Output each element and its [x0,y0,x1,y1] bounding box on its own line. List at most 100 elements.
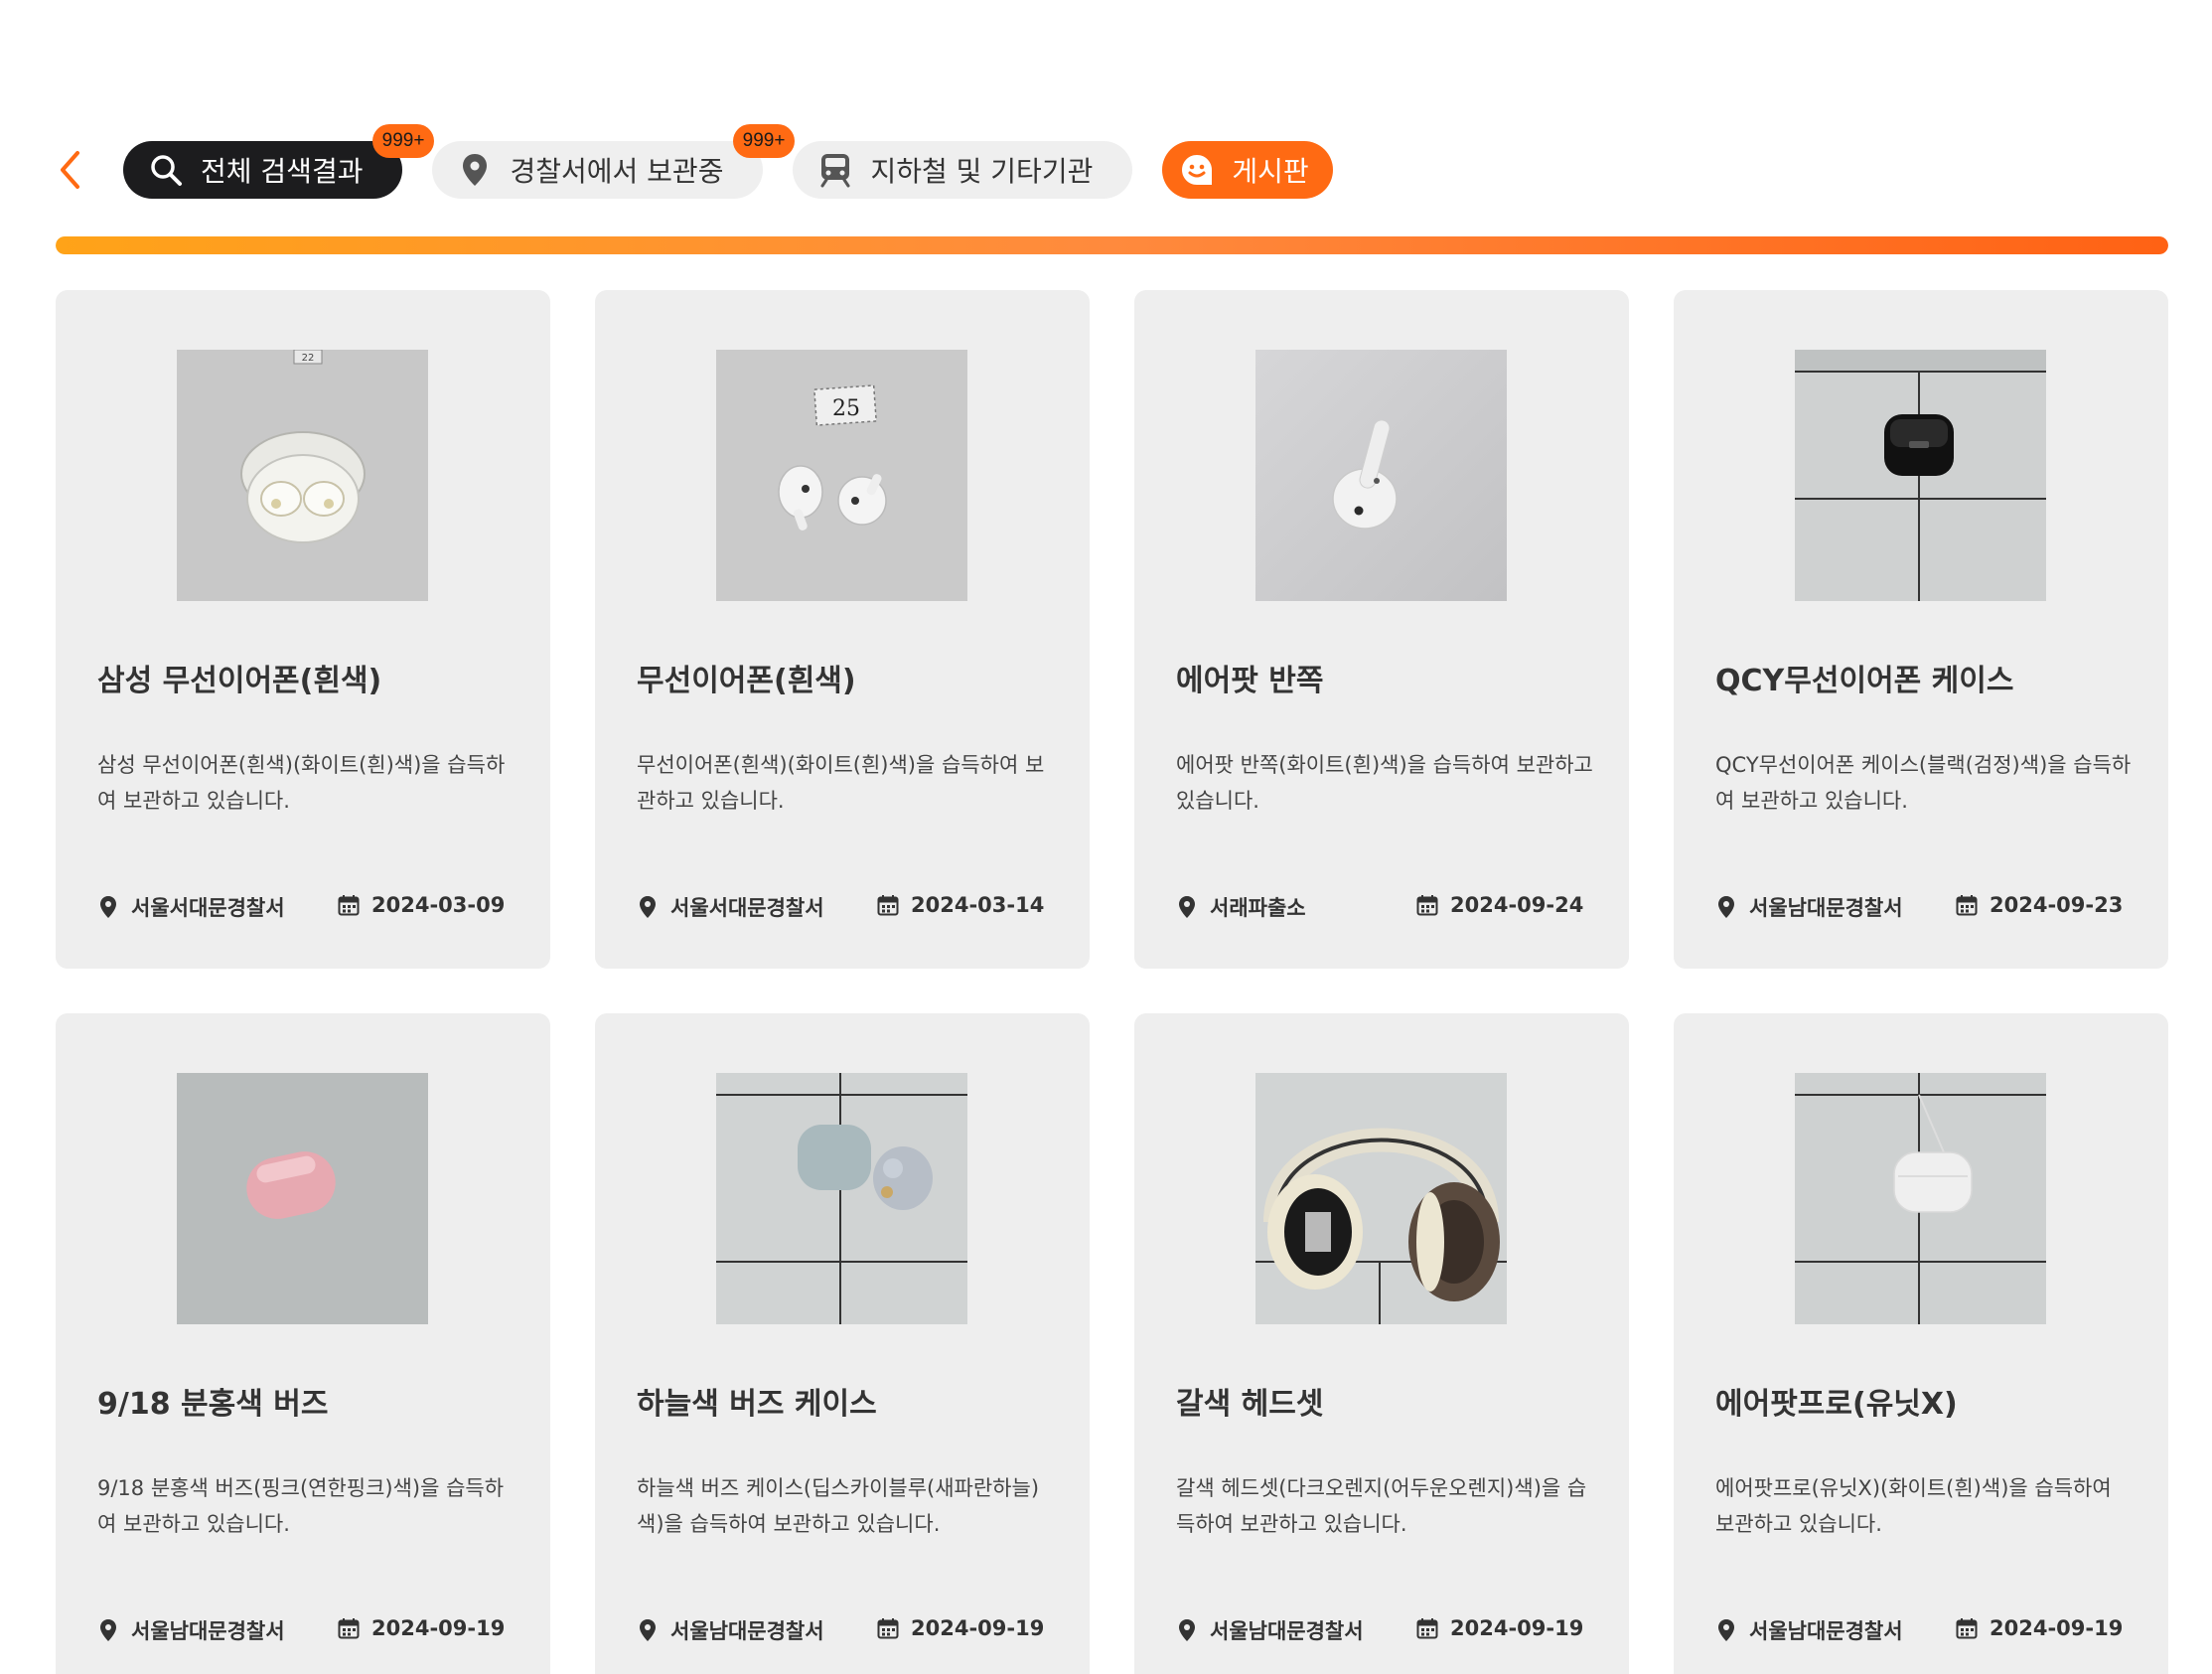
item-meta: 서울남대문경찰서 2024-09-19 [637,1615,1064,1645]
calendar-icon [1416,1615,1438,1641]
filter-tab-bar: 전체 검색결과 999+ 경찰서에서 보관중 999+ 지하철 및 기타기관 게… [50,124,1363,201]
item-title: 에어팟프로(유닛X) [1715,1387,1958,1422]
tab-police-station-label: 경찰서에서 보관중 [510,155,724,188]
item-meta: 서울남대문경찰서 2024-09-19 [97,1615,524,1645]
item-card[interactable]: 에어팟프로(유닛X) 에어팟프로(유닛X)(화이트(흰)색)을 습득하여 보관하… [1674,1013,2168,1674]
location-pin-icon [97,894,119,920]
tab-police-station[interactable]: 경찰서에서 보관중 999+ [432,124,796,199]
item-card[interactable]: 하늘색 버즈 케이스 하늘색 버즈 케이스(딥스카이블루(새파란하늘)색)을 습… [595,1013,1090,1674]
item-date-label: 2024-09-19 [371,1616,506,1640]
item-photo: 22 [177,350,428,601]
count-badge: 999+ [371,124,435,158]
item-meta: 서울남대문경찰서 2024-09-19 [1176,1615,1603,1645]
chevron-left-icon [61,151,79,189]
calendar-icon [338,1615,360,1641]
item-meta: 서울남대문경찰서 2024-09-23 [1715,892,2142,922]
item-photo [716,1073,967,1324]
item-meta: 서래파출소 2024-09-24 [1176,892,1603,922]
item-title: 무선이어폰(흰색) [637,664,856,698]
item-description: 삼성 무선이어폰(흰색)(화이트(흰)색)을 습득하여 보관하고 있습니다. [97,753,506,813]
search-icon [147,151,185,189]
item-date: 2024-03-09 [338,892,505,918]
lost-items-page: 전체 검색결과 999+ 경찰서에서 보관중 999+ 지하철 및 기타기관 게… [0,0,2212,1674]
location-pin-icon [1176,1617,1198,1643]
item-place-label: 서울남대문경찰서 [670,1619,824,1643]
location-pin-icon [456,151,494,189]
item-card[interactable]: 에어팟 반쪽 에어팟 반쪽(화이트(흰)색)을 습득하여 보관하고 있습니다. … [1134,290,1629,969]
subway-icon [816,151,854,189]
location-pin-icon [637,1617,659,1643]
calendar-icon [338,892,360,918]
item-description: 9/18 분홍색 버즈(핑크(연한핑크)색)을 습득하여 보관하고 있습니다. [97,1476,505,1536]
location-pin-icon [637,894,659,920]
back-button[interactable] [50,139,89,201]
item-title: 갈색 헤드셋 [1176,1387,1324,1422]
tab-subway-other[interactable]: 지하철 및 기타기관 [793,141,1133,199]
tab-all-results-label: 전체 검색결과 [201,155,364,188]
tab-board-label: 게시판 [1232,155,1309,188]
tab-all-results[interactable]: 전체 검색결과 999+ [123,124,435,199]
item-date-label: 2024-09-24 [1450,893,1584,917]
location-pin-icon [97,1617,119,1643]
item-photo: 25 [716,350,967,601]
location-pin-icon [1176,894,1198,920]
item-date-label: 2024-09-23 [1990,893,2124,917]
item-card[interactable]: QCY무선이어폰 케이스 QCY무선이어폰 케이스(블랙(검정)색)을 습득하여… [1674,290,2168,969]
item-title: 에어팟 반쪽 [1176,664,1324,698]
loading-progress-bar [56,236,2168,254]
item-date: 2024-09-19 [338,1615,505,1641]
item-meta: 서울서대문경찰서 2024-03-09 [97,892,524,922]
item-description: 무선이어폰(흰색)(화이트(흰)색)을 습득하여 보관하고 있습니다. [637,753,1045,813]
item-description: 하늘색 버즈 케이스(딥스카이블루(새파란하늘)색)을 습득하여 보관하고 있습… [637,1476,1040,1536]
item-place: 서울남대문경찰서 [97,1615,285,1645]
item-place: 서울서대문경찰서 [97,892,285,922]
item-photo [1795,350,2046,601]
item-place-label: 서울서대문경찰서 [131,896,285,920]
count-badge: 999+ [732,124,796,158]
item-date: 2024-09-23 [1956,892,2123,918]
item-date: 2024-09-19 [1956,1615,2123,1641]
item-description: 에어팟프로(유닛X)(화이트(흰)색)을 습득하여 보관하고 있습니다. [1715,1476,2112,1536]
svg-text:22: 22 [302,353,315,364]
location-pin-icon [1715,894,1737,920]
item-place-label: 서울남대문경찰서 [1749,1619,1903,1643]
item-title: 하늘색 버즈 케이스 [637,1387,877,1422]
item-card[interactable]: 9/18 분홍색 버즈 9/18 분홍색 버즈(핑크(연한핑크)색)을 습득하여… [56,1013,550,1674]
item-date: 2024-09-19 [1416,1615,1583,1641]
item-date-label: 2024-03-14 [911,893,1045,917]
item-place: 서울서대문경찰서 [637,892,824,922]
item-title: QCY무선이어폰 케이스 [1715,664,2014,698]
calendar-icon [1956,892,1978,918]
calendar-icon [1956,1615,1978,1641]
item-place-label: 서울서대문경찰서 [670,896,824,920]
item-place: 서울남대문경찰서 [637,1615,824,1645]
calendar-icon [877,892,899,918]
item-meta: 서울서대문경찰서 2024-03-14 [637,892,1064,922]
calendar-icon [877,1615,899,1641]
item-card[interactable]: 22 삼성 무선이어폰(흰색) 삼성 무선이어폰(흰색)(화이트(흰)색)을 습… [56,290,550,969]
item-date-label: 2024-03-09 [371,893,506,917]
location-pin-icon [1715,1617,1737,1643]
item-date: 2024-03-14 [877,892,1044,918]
item-card[interactable]: 갈색 헤드셋 갈색 헤드셋(다크오렌지(어두운오렌지)색)을 습득하여 보관하고… [1134,1013,1629,1674]
item-description: 에어팟 반쪽(화이트(흰)색)을 습득하여 보관하고 있습니다. [1176,753,1593,813]
progress-fill [56,236,2168,254]
item-description: 갈색 헤드셋(다크오렌지(어두운오렌지)색)을 습득하여 보관하고 있습니다. [1176,1476,1587,1536]
item-date: 2024-09-24 [1416,892,1583,918]
item-place-label: 서울남대문경찰서 [131,1619,285,1643]
item-place-label: 서울남대문경찰서 [1749,896,1903,920]
tab-board[interactable]: 게시판 [1162,141,1333,199]
board-chat-icon [1178,151,1216,189]
item-place: 서울남대문경찰서 [1176,1615,1364,1645]
item-card[interactable]: 25 무선이어폰(흰색) 무선이어폰(흰색)(화이트(흰)색)을 습득하여 보관… [595,290,1090,969]
item-place: 서래파출소 [1176,892,1306,922]
item-date-label: 2024-09-19 [1990,1616,2124,1640]
item-place-label: 서래파출소 [1210,896,1306,920]
item-place: 서울남대문경찰서 [1715,892,1903,922]
item-photo [1255,1073,1507,1324]
item-photo [1795,1073,2046,1324]
tab-subway-other-label: 지하철 및 기타기관 [870,155,1094,188]
item-date-label: 2024-09-19 [911,1616,1045,1640]
item-meta: 서울남대문경찰서 2024-09-19 [1715,1615,2142,1645]
item-place: 서울남대문경찰서 [1715,1615,1903,1645]
